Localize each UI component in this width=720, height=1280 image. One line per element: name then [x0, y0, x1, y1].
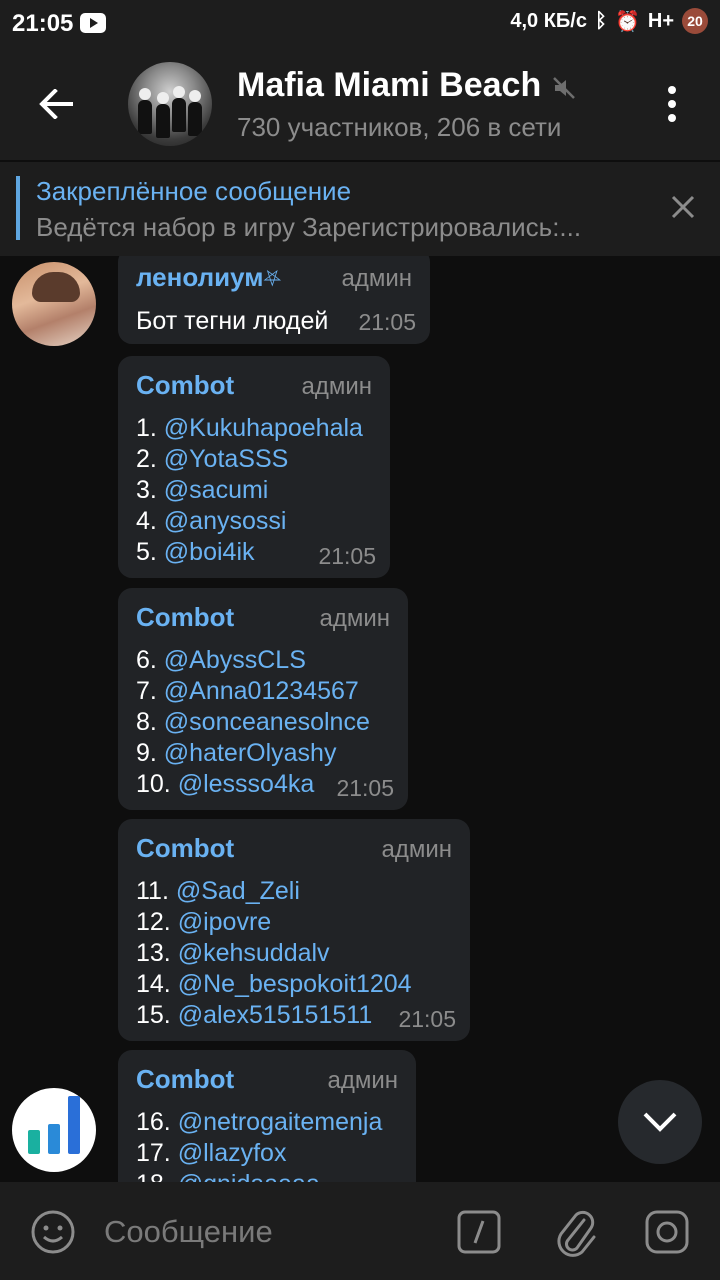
chat-title[interactable]: Mafia Miami Beach [237, 66, 541, 105]
mention-link[interactable]: @AbyssCLS [164, 646, 306, 674]
mention-link[interactable]: @anysossi [164, 507, 287, 535]
status-bar: 21:05 4,0 КБ/с ᛒ ⏰ H+ 20 [0, 0, 720, 48]
message-bubble[interactable]: Combot админ 1. @Kukuhapoehala 2. @YotaS… [118, 356, 390, 578]
pinned-preview: Ведётся набор в игру Зарегистрировались:… [36, 212, 582, 242]
mention-list: 16. @netrogaitemenja 17. @llazyfox 18. @… [136, 1107, 398, 1182]
pentagram-badge: ⛧ [263, 266, 282, 291]
list-item: 12. @ipovre [136, 908, 272, 936]
list-item: 3. @sacumi [136, 476, 269, 504]
status-indicators: 4,0 КБ/с ᛒ ⏰ H+ 20 [510, 8, 708, 34]
arrow-left-icon [39, 89, 73, 119]
chat-member-count: 730 участников, 206 в сети [237, 112, 562, 142]
message-sender[interactable]: Combot [136, 1064, 234, 1095]
list-item: 1. @Kukuhapoehala [136, 414, 363, 442]
combot-avatar[interactable] [12, 1088, 96, 1172]
mention-link[interactable]: @alex515151511 [178, 1001, 373, 1029]
pinned-title: Закреплённое сообщение [36, 176, 352, 206]
message-time: 21:05 [398, 1006, 456, 1032]
list-item: 2. @YotaSSS [136, 445, 289, 473]
message-input[interactable] [104, 1212, 424, 1252]
list-item: 17. @llazyfox [136, 1139, 287, 1167]
message-time: 21:05 [358, 309, 416, 335]
user-avatar[interactable] [12, 262, 96, 346]
message-sender[interactable]: Combot [136, 833, 234, 864]
chat-header: Mafia Miami Beach 730 участников, 206 в … [0, 48, 720, 160]
mention-link[interactable]: @netrogaitemenja [178, 1108, 383, 1136]
close-icon[interactable] [668, 192, 698, 222]
sender-role: админ [301, 373, 372, 400]
battery-badge: 20 [682, 8, 708, 34]
group-avatar[interactable] [128, 62, 212, 146]
mention-link[interactable]: @llazyfox [178, 1139, 287, 1167]
mention-link[interactable]: @gnidaaaaa [178, 1170, 320, 1182]
mention-link[interactable]: @lessso4ka [178, 770, 315, 798]
message-sender[interactable]: Combot [136, 370, 234, 401]
sender-role: админ [341, 265, 412, 292]
list-item: 8. @sonceanesolnce [136, 708, 370, 736]
bluetooth-icon: ᛒ [594, 9, 607, 32]
list-item: 4. @anysossi [136, 507, 287, 535]
message-time: 21:05 [318, 543, 376, 569]
paperclip-icon[interactable] [554, 1206, 598, 1258]
mention-link[interactable]: @sonceanesolnce [164, 708, 370, 736]
chevron-down-icon [643, 1112, 677, 1132]
mention-link[interactable]: @kehsuddalv [178, 939, 330, 967]
network-speed: 4,0 КБ/с [510, 9, 587, 32]
message-bubble[interactable]: Combot админ 11. @Sad_Zeli 12. @ipovre 1… [118, 819, 470, 1041]
network-type: H+ [647, 9, 674, 32]
list-item: 9. @haterOlyashy [136, 739, 337, 767]
message-time: 21:05 [336, 775, 394, 801]
mention-link[interactable]: @Kukuhapoehala [164, 414, 363, 442]
list-item: 16. @netrogaitemenja [136, 1108, 383, 1136]
mention-link[interactable]: @Sad_Zeli [176, 877, 300, 905]
list-item: 18. @gnidaaaaa [136, 1169, 398, 1182]
message-composer [0, 1182, 720, 1280]
back-button[interactable] [30, 78, 82, 130]
list-item: 11. @Sad_Zeli [136, 877, 300, 905]
youtube-notification-icon [80, 13, 106, 33]
status-time: 21:05 [12, 10, 74, 37]
scroll-down-button[interactable] [618, 1080, 702, 1164]
mention-link[interactable]: @ipovre [178, 908, 271, 936]
message-bubble[interactable]: Combot админ 6. @AbyssCLS 7. @Anna012345… [118, 588, 408, 810]
mention-link[interactable]: @YotaSSS [164, 445, 289, 473]
mention-link[interactable]: @sacumi [164, 476, 269, 504]
emoji-smile-icon[interactable] [30, 1209, 76, 1255]
pinned-message-bar[interactable]: Закреплённое сообщение Ведётся набор в и… [0, 162, 720, 256]
message-list[interactable]: ленолиум⛧ админ Бот тегни людей 21:05 Co… [0, 256, 720, 1182]
list-item: 14. @Ne_bespokoit1204 [136, 970, 412, 998]
message-sender[interactable]: Combot [136, 602, 234, 633]
list-item: 7. @Anna01234567 [136, 677, 359, 705]
muted-speaker-icon [553, 77, 575, 99]
sender-role: админ [381, 836, 452, 863]
mention-link[interactable]: @haterOlyashy [164, 739, 337, 767]
message-sender[interactable]: ленолиум⛧ [136, 262, 281, 293]
list-item: 6. @AbyssCLS [136, 646, 306, 674]
list-item: 13. @kehsuddalv [136, 939, 330, 967]
camera-icon[interactable] [644, 1209, 690, 1255]
sender-role: админ [327, 1067, 398, 1094]
mention-link[interactable]: @Ne_bespokoit1204 [178, 970, 412, 998]
more-menu-button[interactable] [660, 84, 684, 124]
mention-link[interactable]: @Anna01234567 [164, 677, 359, 705]
message-bubble[interactable]: ленолиум⛧ админ Бот тегни людей 21:05 [118, 256, 430, 344]
message-bubble[interactable]: Combot админ 16. @netrogaitemenja 17. @l… [118, 1050, 416, 1182]
sender-role: админ [319, 605, 390, 632]
alarm-icon: ⏰ [614, 10, 640, 33]
pinned-accent-bar [16, 176, 20, 240]
mention-link[interactable]: @boi4ik [164, 538, 255, 566]
bot-command-icon[interactable] [456, 1209, 502, 1255]
